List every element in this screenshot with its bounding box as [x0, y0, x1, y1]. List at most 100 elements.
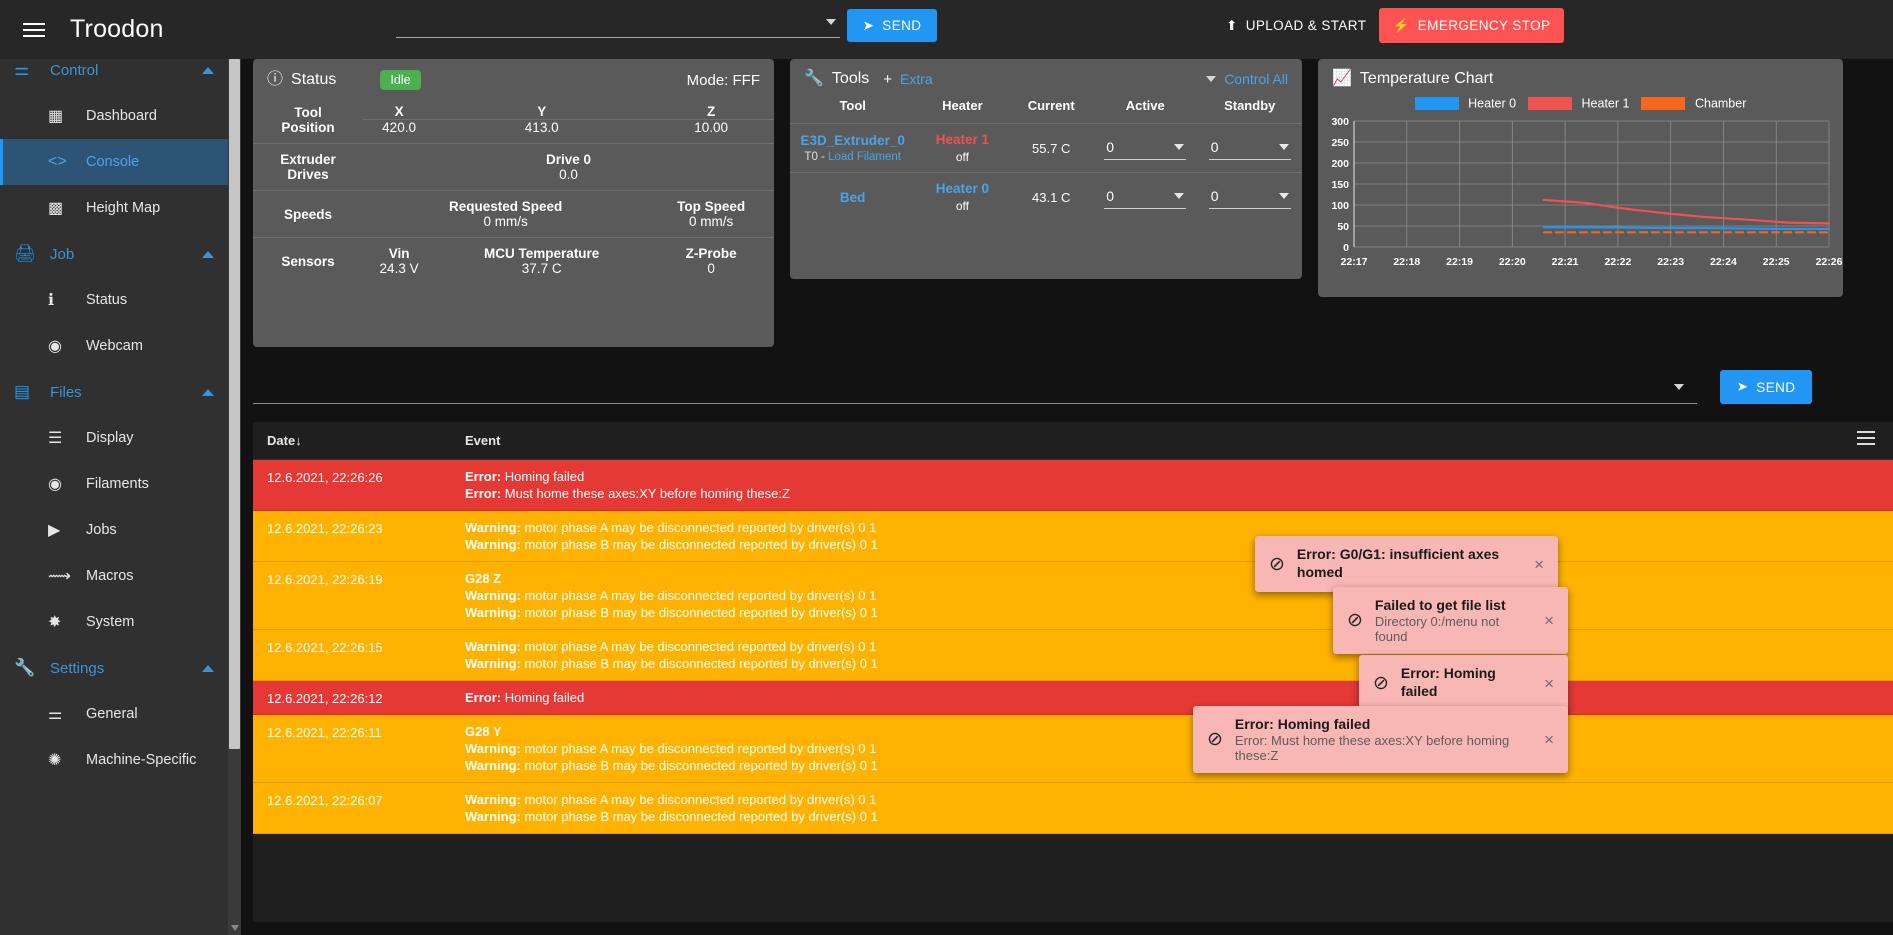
event-date: 12.6.2021, 22:26:12 — [267, 691, 383, 706]
tool-name-link[interactable]: Bed — [790, 190, 915, 205]
row-label: Speeds — [283, 206, 333, 222]
extra-link[interactable]: Extra — [900, 71, 933, 87]
chevron-down-icon[interactable] — [826, 19, 836, 25]
upload-icon: ⬆ — [1226, 17, 1238, 33]
event-line-tag: Warning: — [465, 741, 521, 756]
column-header: Requested Speed — [448, 199, 563, 214]
toast-notification[interactable]: ⊘ Error: Homing failed Error: Must home … — [1193, 706, 1568, 773]
tool-row: E3D_Extruder_0 T0 - Load Filament Heater… — [790, 123, 1302, 173]
standby-temp-cell: 0 — [1197, 124, 1302, 173]
sidebar-item-webcam[interactable]: ◉ Webcam — [0, 323, 228, 369]
tools-card: 🔧 Tools + Extra Control All Tool Heater — [790, 59, 1302, 279]
plus-icon[interactable]: + — [883, 71, 892, 88]
sidebar-item-status[interactable]: ℹ Status — [0, 277, 228, 323]
sidebar-item-label: Status — [86, 292, 128, 308]
scroll-down-icon[interactable] — [231, 925, 239, 931]
legend-label: Chamber — [1694, 96, 1747, 111]
active-temp-select[interactable]: 0 — [1104, 186, 1187, 209]
current-temp: 55.7 C — [1032, 140, 1071, 156]
legend-label: Heater 0 — [1468, 96, 1517, 111]
legend-item-heater0[interactable]: Heater 0 — [1414, 96, 1517, 111]
event-message: Error: Homing failed Error: Must home the… — [465, 468, 1893, 502]
sidebar-group-job[interactable]: 🖨 Job — [0, 231, 228, 277]
sidebar-item-height-map[interactable]: ▩ Height Map — [0, 185, 228, 231]
legend-item-chamber[interactable]: Chamber — [1641, 96, 1746, 111]
console-send-button[interactable]: ➤ SEND — [1720, 370, 1812, 404]
heater-name-link[interactable]: Heater 0 — [915, 181, 1009, 196]
event-line-tag: Warning: — [465, 537, 521, 552]
legend-item-heater1[interactable]: Heater 1 — [1528, 96, 1629, 111]
close-icon[interactable]: × — [1544, 731, 1554, 748]
sidebar-item-filaments[interactable]: ◉ Filaments — [0, 461, 228, 507]
toast-notification[interactable]: ⊘ Error: G0/G1: insufficient axes homed … — [1255, 536, 1558, 592]
status-badge: Idle — [380, 70, 421, 90]
active-temp-value: 0 — [1106, 187, 1115, 204]
standby-temp-select[interactable]: 0 — [1208, 186, 1291, 209]
sidebar-item-system[interactable]: ✸ System — [0, 599, 228, 645]
sidebar-scrollbar[interactable] — [228, 47, 241, 935]
event-message: Warning: motor phase A may be disconnect… — [465, 519, 1893, 553]
sidebar-item-display[interactable]: ☰ Display — [0, 415, 228, 461]
close-icon[interactable]: × — [1544, 675, 1554, 692]
list-icon: ☰ — [48, 430, 63, 447]
heater-name-link[interactable]: Heater 1 — [915, 132, 1009, 147]
sidebar-item-label: General — [86, 706, 138, 722]
column-header-date[interactable]: Date↓ — [253, 433, 465, 448]
standby-temp-select[interactable]: 0 — [1208, 137, 1291, 160]
event-line: Error: Homing failed — [465, 690, 585, 705]
toast-title: Error: G0/G1: insufficient axes homed — [1296, 546, 1500, 580]
upload-and-start-button[interactable]: ⬆ UPLOAD & START — [1212, 9, 1381, 42]
table-row: 12.6.2021, 22:26:26 Error: Homing failed E… — [253, 460, 1893, 511]
column-header-date-label: Date — [267, 433, 296, 448]
svg-text:22:20: 22:20 — [1499, 256, 1526, 268]
svg-text:22:23: 22:23 — [1657, 256, 1684, 268]
legend-swatch-icon — [1528, 97, 1573, 111]
tool-name-link[interactable]: E3D_Extruder_0 — [790, 133, 915, 148]
svg-text:22:24: 22:24 — [1710, 256, 1737, 268]
load-filament-link[interactable]: Load Filament — [828, 151, 901, 163]
chevron-down-icon[interactable] — [1674, 384, 1684, 390]
menu-toggle-icon[interactable] — [8, 22, 60, 37]
sidebar-item-machine-specific[interactable]: ✺ Machine-Specific — [0, 737, 228, 783]
console-command-input[interactable] — [253, 374, 1697, 404]
control-all-link[interactable]: Control All — [1224, 71, 1288, 87]
toast-notification[interactable]: ⊘ Failed to get file list Directory 0:/m… — [1333, 587, 1568, 654]
toast-detail: Error: Must home these axes:XY before ho… — [1234, 733, 1510, 763]
toast-notification[interactable]: ⊘ Error: Homing failed × — [1359, 655, 1568, 711]
sidebar-scrollbar-thumb[interactable] — [229, 59, 240, 749]
close-icon[interactable]: × — [1534, 556, 1544, 573]
event-line-tag: G28 Z — [465, 571, 502, 586]
event-line-tag: Warning: — [465, 520, 521, 535]
temperature-chart-svg: 0 50 100 150 200 250 300 22:17 22:18 22:19 22:20 22… — [1331, 116, 1842, 268]
gcode-command-input[interactable] — [396, 10, 840, 38]
column-header-heater: Heater — [942, 98, 983, 113]
sidebar-item-general[interactable]: ⚌ General — [0, 691, 228, 737]
tool-row: Bed Heater 0 off 43.1 C 0 0 — [790, 172, 1302, 222]
sidebar-item-macros[interactable]: ⟿ Macros — [0, 553, 228, 599]
event-date: 12.6.2021, 22:26:19 — [267, 572, 383, 587]
sidebar-item-dashboard[interactable]: ▦ Dashboard — [0, 93, 228, 139]
chevron-up-icon — [202, 664, 214, 672]
sidebar-group-settings[interactable]: 🔧 Settings — [0, 645, 228, 691]
sidebar: ⚌ Control ▦ Dashboard <> Console ▩ Heigh… — [0, 47, 228, 935]
event-line-tag: Warning: — [465, 792, 521, 807]
status-value: 24.3 V — [379, 261, 419, 276]
sidebar-group-files[interactable]: ▤ Files — [0, 369, 228, 415]
table-row: 12.6.2021, 22:26:11 G28 Y Warning: motor p… — [253, 715, 1893, 783]
toast-text: Error: G0/G1: insufficient axes homed — [1297, 546, 1518, 582]
close-icon[interactable]: × — [1544, 612, 1554, 629]
event-message: Error: Homing failed — [465, 689, 1893, 706]
table-menu-icon[interactable] — [1857, 431, 1875, 449]
emergency-stop-button[interactable]: ⚡ EMERGENCY STOP — [1379, 8, 1564, 43]
ban-icon: ⊘ — [1269, 553, 1285, 575]
tool-subline: T0 - Load Filament — [790, 151, 915, 163]
chevron-down-icon[interactable] — [1206, 76, 1217, 82]
sidebar-item-jobs[interactable]: ▶ Jobs — [0, 507, 228, 553]
tool-cell: E3D_Extruder_0 T0 - Load Filament — [790, 124, 915, 173]
event-line: Warning: motor phase A may be disconnect… — [465, 520, 877, 535]
active-temp-select[interactable]: 0 — [1104, 137, 1187, 160]
sidebar-item-console[interactable]: <> Console — [0, 139, 228, 185]
column-header: Y — [537, 104, 547, 119]
chart-title: Temperature Chart — [1359, 70, 1494, 87]
send-command-button[interactable]: ➤ SEND — [847, 9, 937, 42]
